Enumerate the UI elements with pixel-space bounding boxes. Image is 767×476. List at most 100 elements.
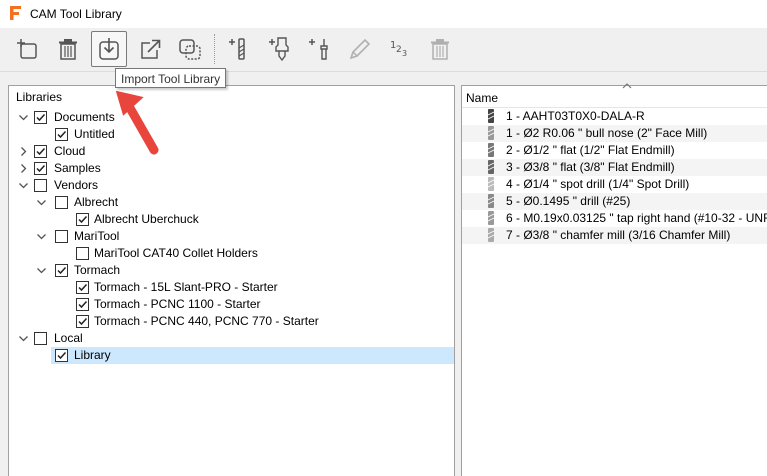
checkbox[interactable] (55, 349, 68, 362)
tree-item[interactable]: Albrecht (9, 194, 454, 211)
tree-item-label: Tormach - PCNC 440, PCNC 770 - Starter (94, 314, 319, 328)
checkbox[interactable] (76, 315, 89, 328)
new-holder-icon (269, 37, 289, 62)
tree-item[interactable]: Samples (9, 160, 454, 177)
delete-tool-button[interactable] (422, 31, 458, 67)
tree-item[interactable]: Cloud (9, 143, 454, 160)
tree-item-label: Tormach (74, 263, 121, 277)
libraries-panel: Libraries Documents Untitled Cloud Samples V… (8, 85, 455, 476)
new-tool-holder-button[interactable] (302, 31, 338, 67)
checkbox[interactable] (34, 179, 47, 192)
endmill-icon (487, 228, 495, 242)
chevron-right-icon[interactable] (18, 163, 29, 174)
checkbox[interactable] (76, 213, 89, 226)
tools-column-header[interactable]: Name (462, 83, 767, 108)
tool-row[interactable]: 7 - Ø3/8 " chamfer mill (3/16 Chamfer Mi… (462, 227, 767, 244)
tree-item[interactable]: Untitled (9, 126, 454, 143)
renumber-button[interactable]: 1 2 3 (382, 31, 418, 67)
tools-panel: Name 1 - AAHT03T0X0-DALA-R 1 - Ø2 R0.06 "… (461, 83, 767, 476)
checkmark-icon (78, 283, 88, 292)
tool-name: 3 - Ø3/8 " flat (3/8" Flat Endmill) (506, 160, 675, 174)
checkbox[interactable] (34, 162, 47, 175)
chevron-down-icon[interactable] (36, 265, 47, 276)
annotation-arrow-icon (115, 90, 159, 155)
chevron-down-icon[interactable] (18, 333, 29, 344)
edit-tool-button[interactable] (342, 31, 378, 67)
tree-item-label: MariTool (74, 229, 120, 243)
checkmark-icon (36, 164, 46, 173)
checkbox[interactable] (76, 298, 89, 311)
tool-row[interactable]: 4 - Ø1/4 " spot drill (1/4" Spot Drill) (462, 176, 767, 193)
import-library-button[interactable] (91, 31, 127, 67)
checkmark-icon (57, 266, 67, 275)
tree-item[interactable]: MariTool (9, 228, 454, 245)
fusion-logo-icon (9, 5, 23, 21)
tree-item[interactable]: Tormach - PCNC 440, PCNC 770 - Starter (9, 313, 454, 330)
checkbox[interactable] (55, 264, 68, 277)
tree-item-label: Samples (54, 161, 101, 175)
tool-row[interactable]: 6 - M0.19x0.03125 " tap right hand (#10-… (462, 210, 767, 227)
tree-item[interactable]: Albrecht Uberchuck (9, 211, 454, 228)
tool-row[interactable]: 5 - Ø0.1495 " drill (#25) (462, 193, 767, 210)
export-icon (141, 39, 161, 59)
tool-row[interactable]: 1 - Ø2 R0.06 " bull nose (2" Face Mill) (462, 125, 767, 142)
checkmark-icon (36, 113, 46, 122)
checkmark-icon (57, 130, 67, 139)
new-holder-button[interactable] (262, 31, 298, 67)
pencil-icon (349, 38, 371, 60)
checkbox[interactable] (55, 230, 68, 243)
endmill-icon (487, 194, 495, 208)
tree-item-label: Albrecht (74, 195, 119, 209)
tree-item-label: Vendors (54, 178, 99, 192)
checkmark-icon (36, 147, 46, 156)
chevron-right-icon[interactable] (18, 146, 29, 157)
tree-item[interactable]: Local (9, 330, 454, 347)
checkbox[interactable] (55, 128, 68, 141)
checkmark-icon (78, 300, 88, 309)
chevron-down-icon[interactable] (18, 112, 29, 123)
tree-item-label: Documents (54, 110, 115, 124)
export-library-button[interactable] (132, 31, 168, 67)
checkmark-icon (57, 351, 67, 360)
window-title: CAM Tool Library (30, 7, 122, 21)
new-library-button[interactable] (10, 31, 46, 67)
new-tool-button[interactable] (222, 31, 258, 67)
checkbox[interactable] (76, 281, 89, 294)
checkbox[interactable] (55, 196, 68, 209)
duplicate-library-button[interactable] (172, 31, 208, 67)
tree-item-label: Tormach - 15L Slant-PRO - Starter (94, 280, 278, 294)
tool-name: 4 - Ø1/4 " spot drill (1/4" Spot Drill) (506, 177, 690, 191)
tree-item-label: Library (74, 348, 111, 362)
tree-item-label: Albrecht Uberchuck (94, 212, 199, 226)
tree-item[interactable]: Tormach - 15L Slant-PRO - Starter (9, 279, 454, 296)
tree-item[interactable]: MariTool CAT40 Collet Holders (9, 245, 454, 262)
tool-row[interactable]: 2 - Ø1/2 " flat (1/2" Flat Endmill) (462, 142, 767, 159)
checkbox[interactable] (34, 111, 47, 124)
tool-row[interactable]: 1 - AAHT03T0X0-DALA-R (462, 108, 767, 125)
endmill-icon (487, 126, 495, 140)
chevron-down-icon[interactable] (18, 180, 29, 191)
import-icon (99, 38, 119, 60)
chevron-down-icon[interactable] (36, 231, 47, 242)
delete-library-button[interactable] (50, 31, 86, 67)
tree-item[interactable]: Tormach (9, 262, 454, 279)
checkmark-icon (78, 317, 88, 326)
tree-item[interactable]: Tormach - PCNC 1100 - Starter (9, 296, 454, 313)
tree-item[interactable]: Library (51, 347, 454, 364)
chevron-down-icon[interactable] (36, 197, 47, 208)
tree-item-label: MariTool CAT40 Collet Holders (94, 246, 258, 260)
trash-icon (431, 39, 449, 60)
tree-item[interactable]: Documents (9, 109, 454, 126)
toolbar-separator (214, 34, 215, 64)
tool-row[interactable]: 3 - Ø3/8 " flat (3/8" Flat Endmill) (462, 159, 767, 176)
title-bar: CAM Tool Library (0, 0, 767, 28)
duplicate-icon (179, 39, 201, 60)
checkbox[interactable] (76, 247, 89, 260)
tree-item[interactable]: Vendors (9, 177, 454, 194)
svg-text:3: 3 (402, 49, 407, 58)
checkbox[interactable] (34, 332, 47, 345)
new-tool-icon (229, 38, 245, 60)
checkbox[interactable] (34, 145, 47, 158)
endmill-icon (487, 177, 495, 191)
tool-name: 5 - Ø0.1495 " drill (#25) (506, 194, 631, 208)
